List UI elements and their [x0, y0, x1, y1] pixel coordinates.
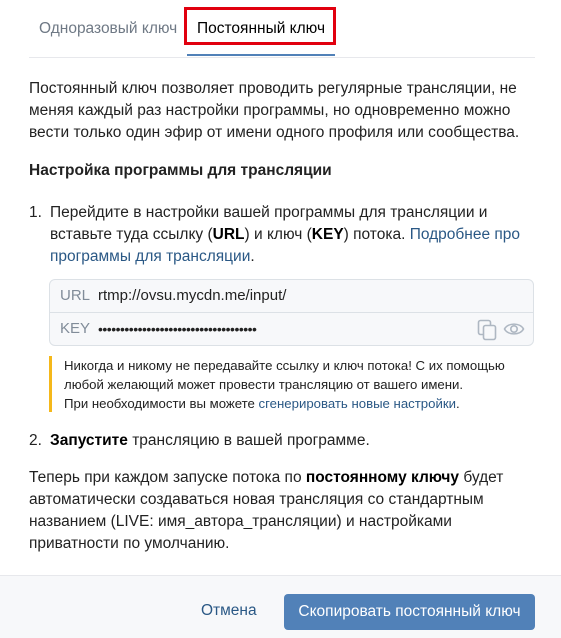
copy-permanent-key-button[interactable]: Скопировать постоянный ключ: [284, 594, 535, 630]
url-word: URL: [212, 226, 245, 243]
eye-icon[interactable]: [503, 320, 525, 338]
intro-text: Постоянный ключ позволяет проводить регу…: [29, 78, 535, 144]
outro-bold: постоянному ключу: [305, 469, 460, 486]
stream-key-field[interactable]: KEY ••••••••••••••••••••••••••••••••••••: [49, 312, 534, 346]
stream-url-field[interactable]: URL rtmp://ovsu.mycdn.me/input/: [49, 279, 534, 313]
active-tab-indicator: [187, 54, 335, 56]
copy-icon[interactable]: [477, 319, 497, 341]
dialog-footer: Отмена Скопировать постоянный ключ: [0, 575, 561, 638]
step-text: ) и ключ (: [244, 226, 312, 243]
url-label: URL: [60, 287, 91, 304]
step-number: 1.: [29, 204, 42, 221]
key-label: KEY: [60, 320, 91, 337]
warning-note: Никогда и никому не передавайте ссылку и…: [49, 356, 534, 412]
step-text: ) потока.: [343, 226, 410, 243]
step-number: 2.: [29, 432, 42, 449]
step-1-text: Перейдите в настройки вашей программы дл…: [50, 202, 540, 268]
outro-text: Теперь при каждом запуске потока по пост…: [29, 467, 535, 555]
section-title: Настройка программы для трансляции: [29, 162, 332, 179]
annotation-highlight-box: [184, 7, 336, 45]
warning-end: .: [455, 396, 460, 411]
tab-bar: Одноразовый ключ Постоянный ключ: [0, 0, 561, 57]
cancel-button[interactable]: Отмена: [201, 602, 257, 620]
warning-text-2: При необходимости вы можете: [64, 396, 259, 411]
step-text: .: [250, 248, 255, 265]
tab-divider: [29, 57, 535, 58]
outro-before: Теперь при каждом запуске потока по: [29, 469, 306, 486]
tab-one-time-key[interactable]: Одноразовый ключ: [39, 0, 177, 57]
step-2-text: Запустите трансляцию в вашей программе.: [50, 430, 540, 452]
intro-paragraph: Постоянный ключ позволяет проводить регу…: [29, 80, 520, 141]
regenerate-settings-link[interactable]: сгенерировать новые настройки: [259, 396, 456, 411]
step-text: трансляцию в вашей программе.: [127, 432, 370, 449]
step-2-bold: Запустите: [50, 432, 128, 449]
key-word: KEY: [311, 226, 344, 243]
url-value[interactable]: rtmp://ovsu.mycdn.me/input/: [98, 280, 286, 312]
key-value[interactable]: ••••••••••••••••••••••••••••••••••••: [98, 313, 257, 345]
warning-text: Никогда и никому не передавайте ссылку и…: [64, 358, 505, 392]
